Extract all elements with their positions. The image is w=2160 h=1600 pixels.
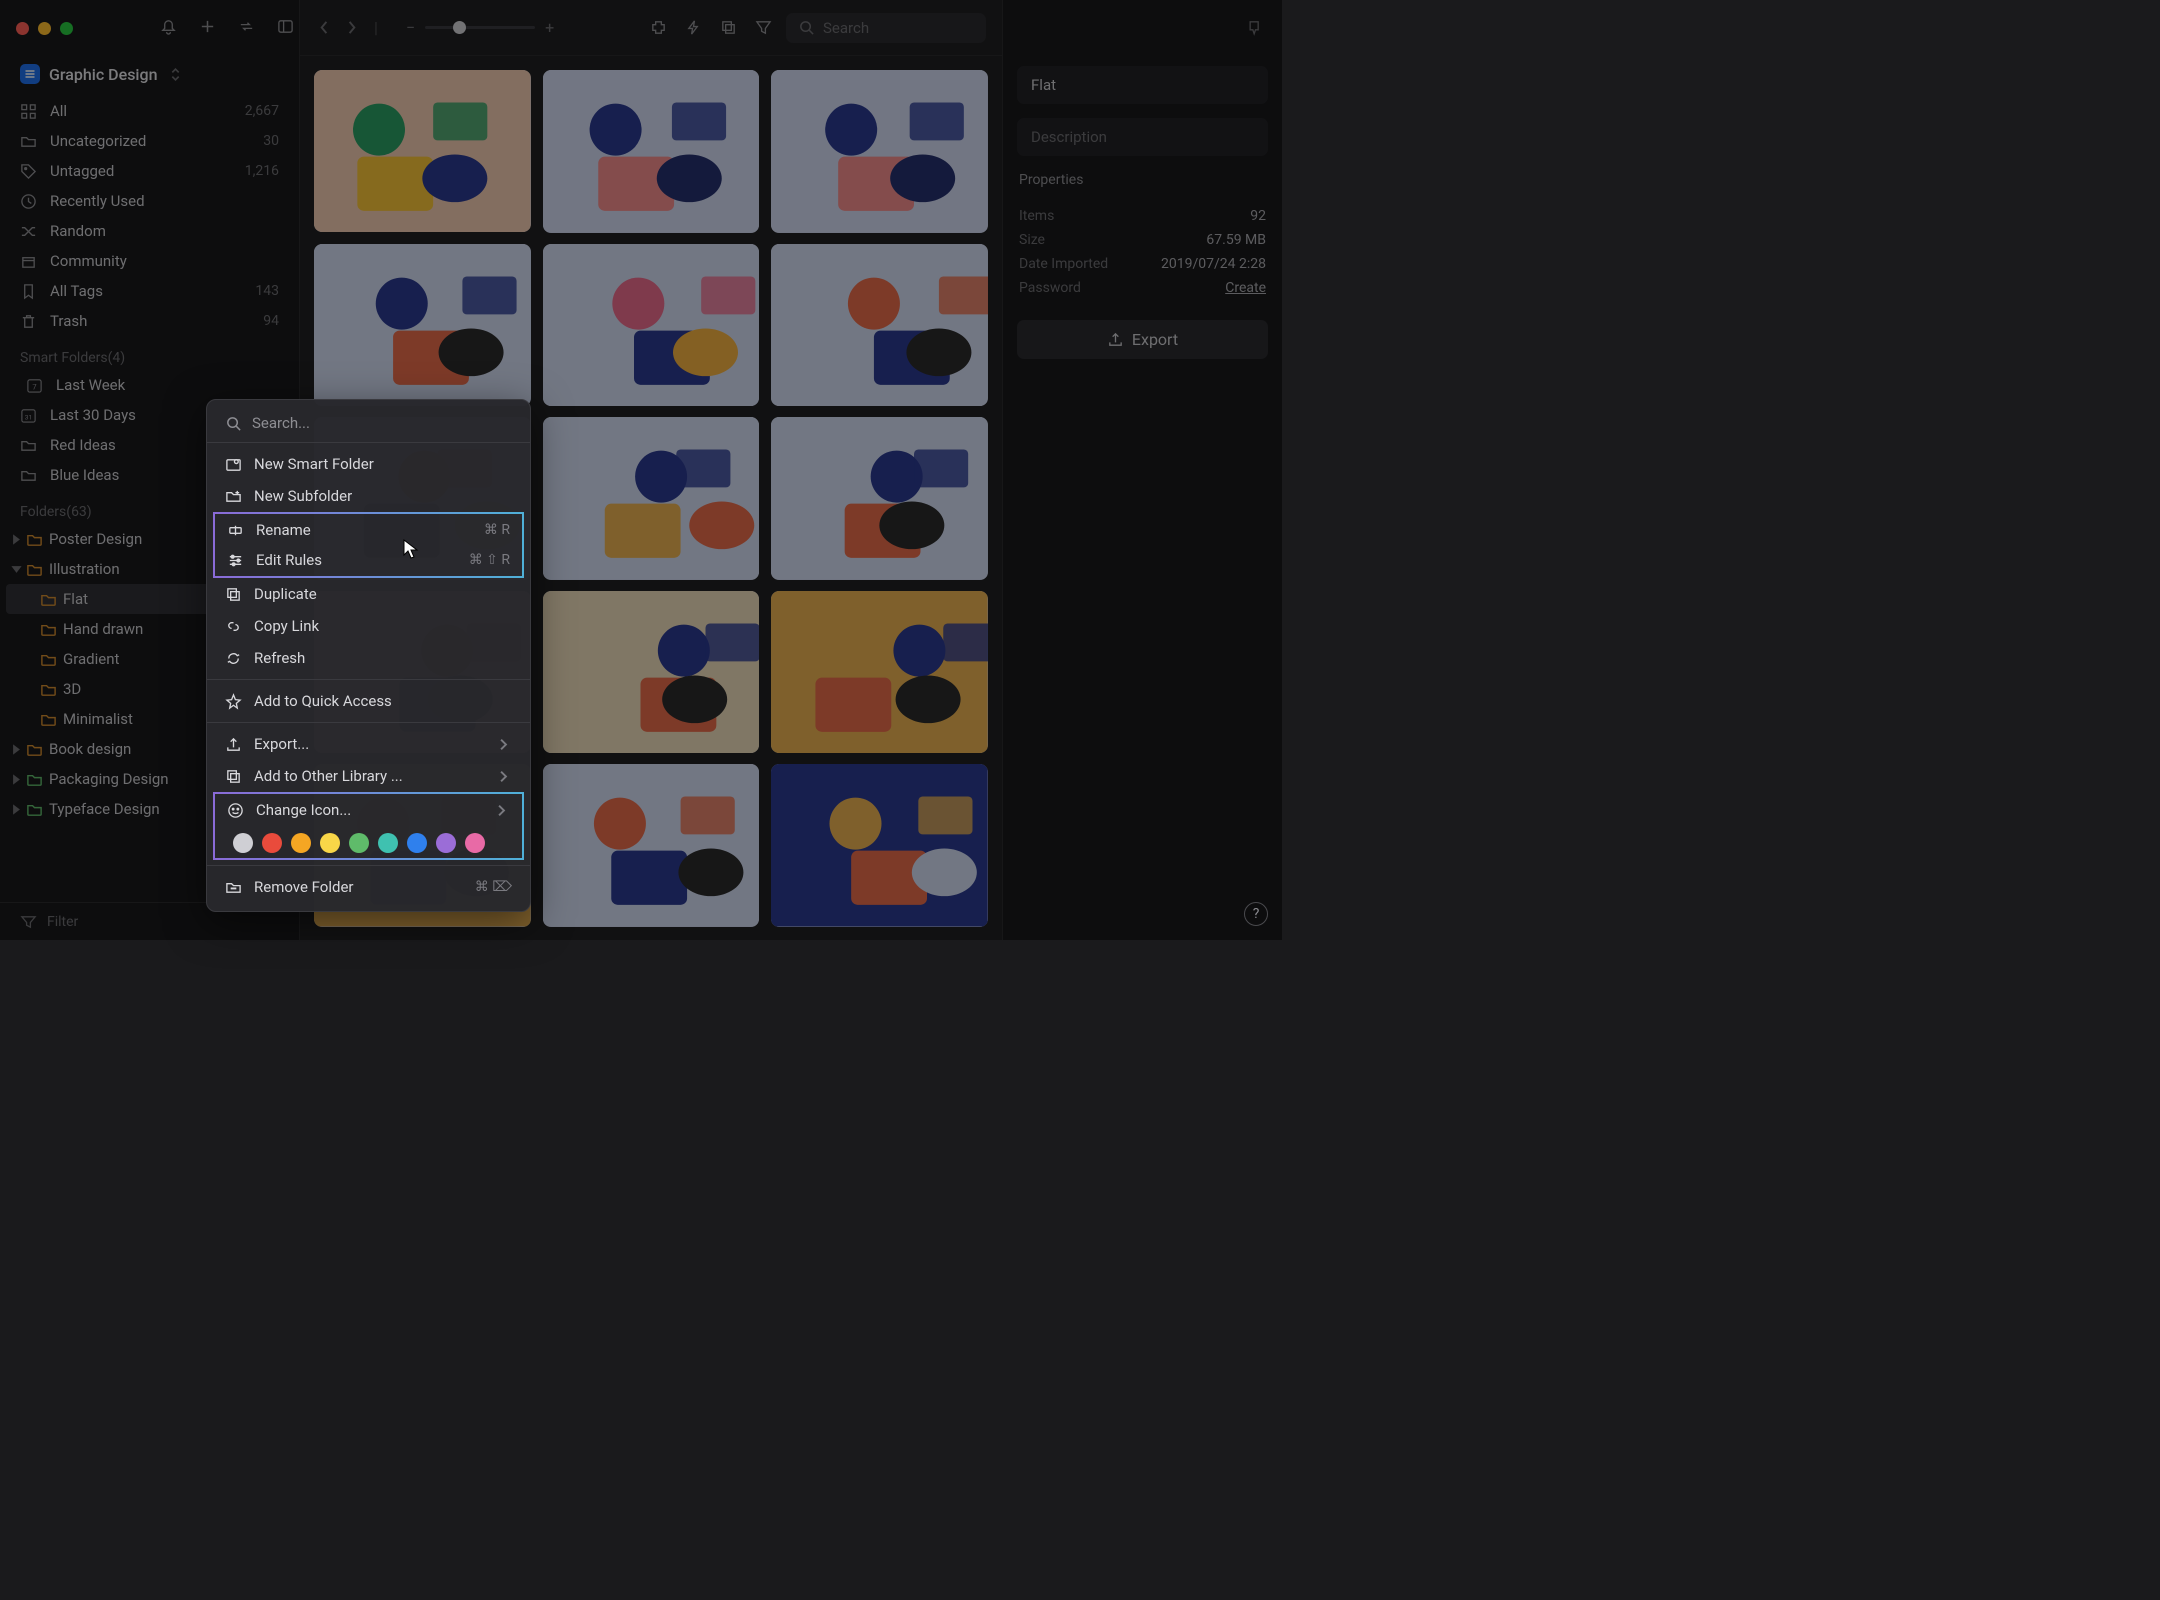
ctx-export[interactable]: Export... [207, 728, 530, 760]
ctx-highlight-rename: Rename⌘ REdit Rules⌘ ⇧ R [213, 512, 524, 578]
context-menu: Search... New Smart FolderNew Subfolder … [206, 399, 531, 912]
duplicate-icon [225, 586, 242, 603]
color-swatch[interactable] [407, 833, 427, 853]
ctx-refresh[interactable]: Refresh [207, 642, 530, 674]
export-icon [225, 736, 242, 753]
ctx-remove-folder[interactable]: Remove Folder⌘ ⌦ [207, 871, 530, 903]
color-swatch[interactable] [465, 833, 485, 853]
addlib-icon [225, 768, 242, 785]
smiley-icon [227, 802, 244, 819]
ctx-color-row [215, 825, 522, 857]
ctx-edit-rules[interactable]: Edit Rules⌘ ⇧ R [215, 545, 522, 575]
star-icon [225, 693, 242, 710]
ctx-rename[interactable]: Rename⌘ R [215, 515, 522, 545]
color-swatch[interactable] [436, 833, 456, 853]
rules-icon [227, 552, 244, 569]
newfolder-icon [225, 488, 242, 505]
chevron-right-icon [495, 736, 512, 753]
color-swatch[interactable] [320, 833, 340, 853]
chevron-right-icon [495, 768, 512, 785]
ctx-duplicate[interactable]: Duplicate [207, 578, 530, 610]
ctx-new-smart-folder[interactable]: New Smart Folder [207, 448, 530, 480]
color-swatch[interactable] [233, 833, 253, 853]
link-icon [225, 618, 242, 635]
ctx-add-to-other-library[interactable]: Add to Other Library ... [207, 760, 530, 792]
color-swatch[interactable] [349, 833, 369, 853]
chevron-right-icon [493, 802, 510, 819]
refresh-icon [225, 650, 242, 667]
ctx-search[interactable]: Search... [217, 410, 520, 436]
ctx-add-to-quick-access[interactable]: Add to Quick Access [207, 685, 530, 717]
ctx-new-subfolder[interactable]: New Subfolder [207, 480, 530, 512]
removefolder-icon [225, 879, 242, 896]
modal-overlay [0, 0, 1282, 940]
search-icon [225, 415, 242, 432]
help-button[interactable]: ? [1244, 902, 1268, 926]
color-swatch[interactable] [262, 833, 282, 853]
ctx-change-icon[interactable]: Change Icon... [215, 795, 522, 825]
rename-icon [227, 522, 244, 539]
ctx-copy-link[interactable]: Copy Link [207, 610, 530, 642]
smartfolder-icon [225, 456, 242, 473]
color-swatch[interactable] [378, 833, 398, 853]
color-swatch[interactable] [291, 833, 311, 853]
ctx-highlight-changeicon: Change Icon... [213, 792, 524, 860]
